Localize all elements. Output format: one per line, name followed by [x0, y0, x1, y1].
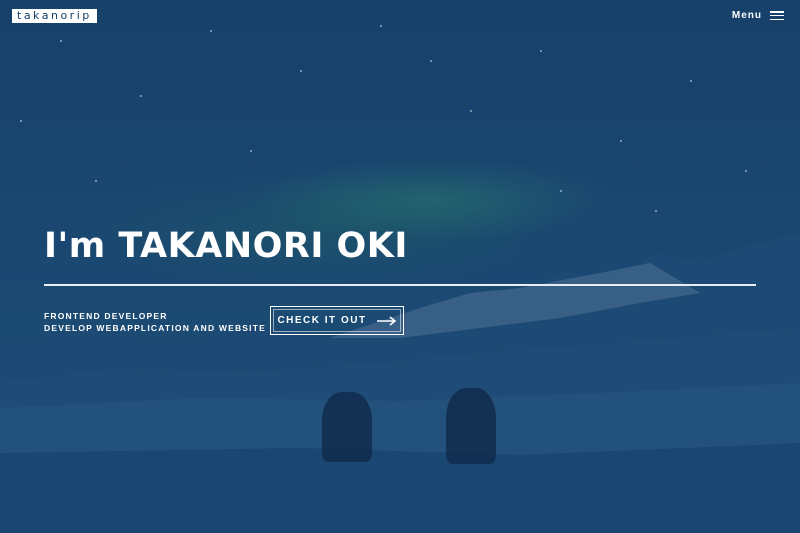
tagline-description: DEVELOP WEBAPPLICATION AND WEBSITE [44, 323, 266, 333]
tagline-role: FRONTEND DEVELOPER [44, 311, 168, 321]
site-logo[interactable]: takanorip [12, 9, 97, 23]
hamburger-icon [770, 11, 784, 20]
arrow-right-icon [376, 315, 396, 326]
person-silhouette [446, 388, 496, 464]
hero-headline: I'm TAKANORI OKI [44, 226, 408, 266]
mountain-landscape [0, 233, 800, 533]
menu-label: Menu [731, 10, 762, 21]
person-silhouette [322, 392, 372, 462]
hero-tagline: FRONTEND DEVELOPER DEVELOP WEBAPPLICATIO… [44, 310, 266, 334]
hero-background [0, 0, 800, 533]
divider [44, 284, 756, 286]
cta-label: CHECK IT OUT [277, 315, 367, 326]
check-it-out-button[interactable]: CHECK IT OUT [270, 306, 404, 335]
menu-button[interactable]: Menu [732, 10, 784, 21]
